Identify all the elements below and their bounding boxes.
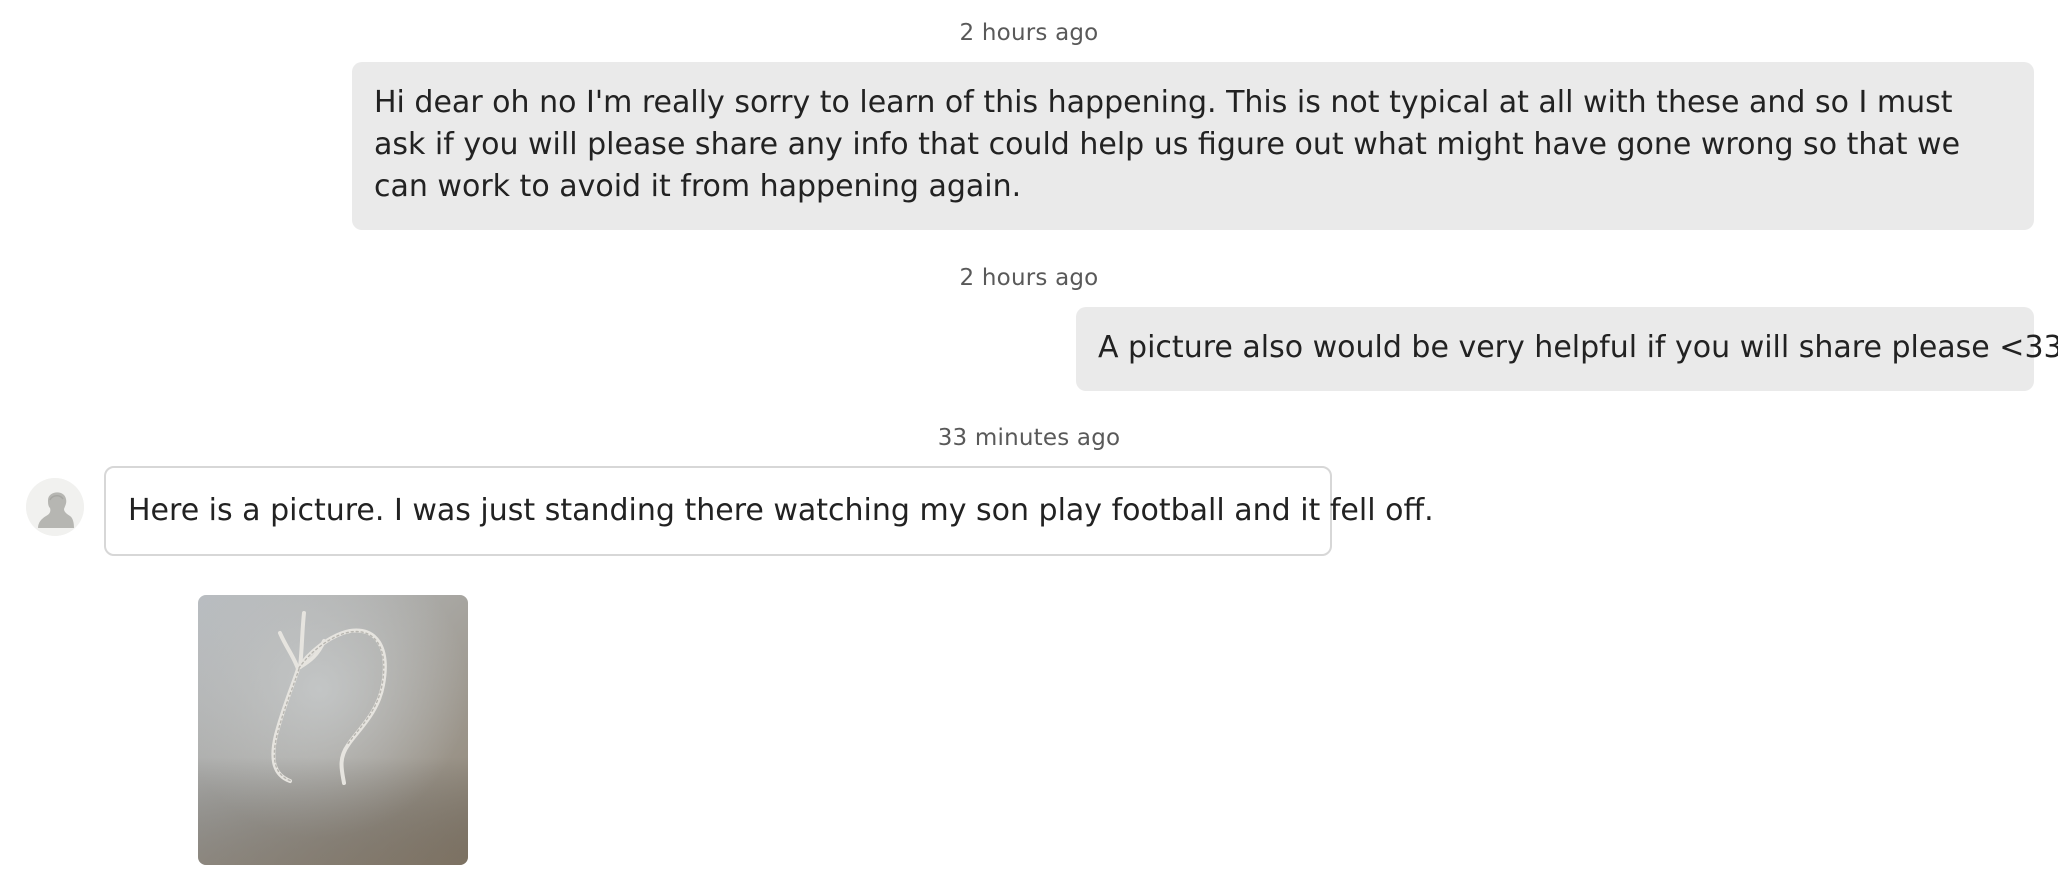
outgoing-message-bubble: A picture also would be very helpful if … [1076, 307, 2058, 391]
incoming-message-bubble: Here is a picture. I was just standing t… [104, 466, 1434, 556]
user-silhouette-icon[interactable] [26, 478, 84, 536]
outgoing-message-bubble: Hi dear oh no I'm really sorry to learn … [352, 62, 2034, 230]
message-timestamp: 2 hours ago [959, 20, 1099, 46]
message-timestamp: 33 minutes ago [937, 425, 1121, 451]
photo-thumbnail-icon[interactable] [198, 595, 468, 865]
message-timestamp: 2 hours ago [959, 265, 1099, 291]
